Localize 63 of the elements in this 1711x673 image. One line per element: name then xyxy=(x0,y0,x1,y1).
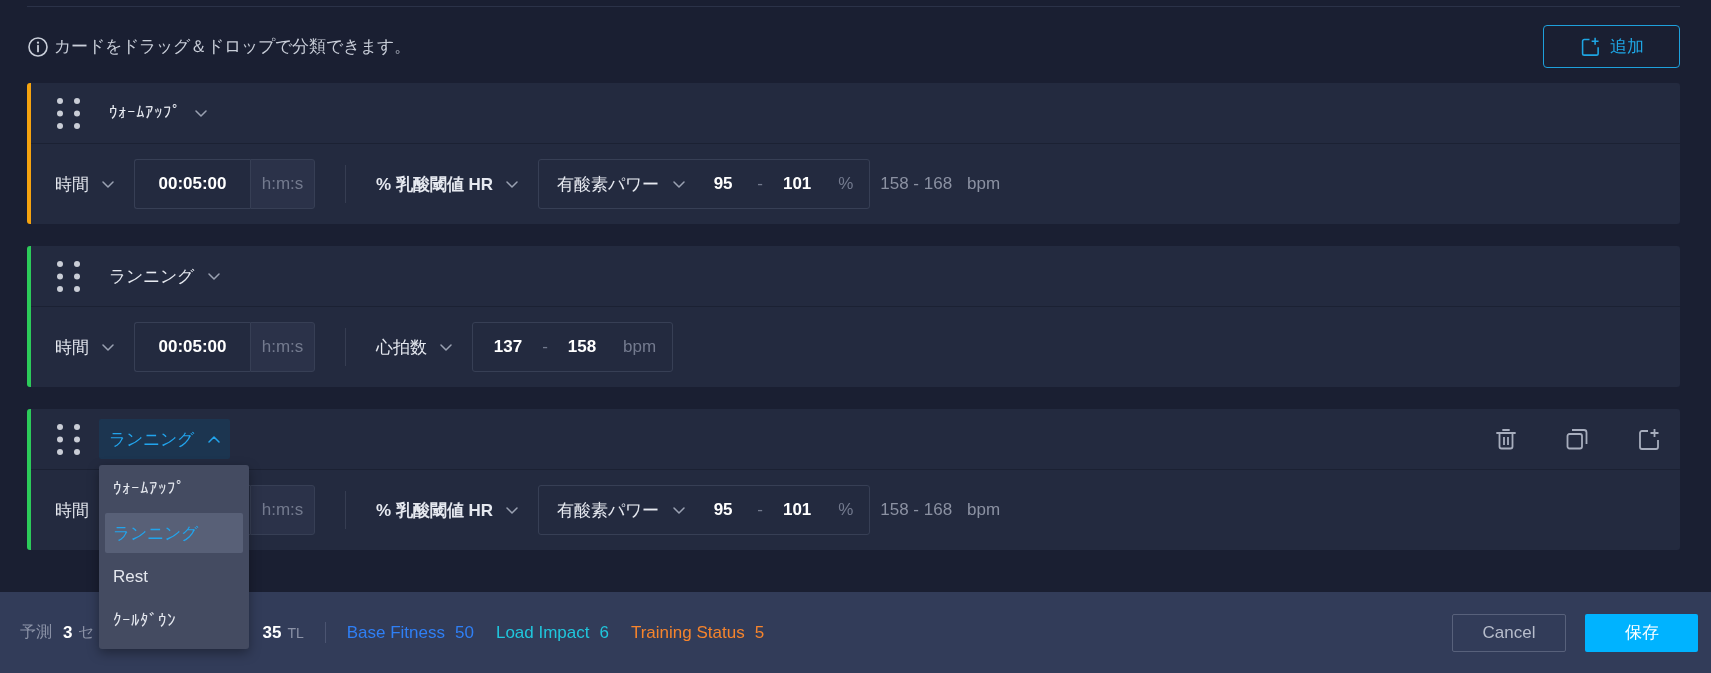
chevron-icon xyxy=(673,180,686,188)
metric-label: Base Fitness xyxy=(346,622,445,643)
count-unit: セ xyxy=(78,622,95,642)
duration-select[interactable]: 時間 xyxy=(55,335,114,359)
session-count: 3 xyxy=(63,622,73,643)
drag-handle-icon[interactable] xyxy=(57,97,80,129)
range-high-input[interactable]: 158 xyxy=(557,337,607,357)
hint-text: カードをドラッグ＆ドロップで分類できます。 xyxy=(54,36,411,58)
unit-label: h:m:s xyxy=(250,485,315,535)
trash-icon[interactable] xyxy=(1495,428,1517,450)
cancel-button[interactable]: Cancel xyxy=(1452,613,1566,652)
chevron-icon xyxy=(208,272,220,280)
duration-select[interactable]: 時間 xyxy=(55,172,114,196)
metric-value: 50 xyxy=(455,622,474,643)
step-type-select[interactable]: ｳｫｰﾑｱｯﾌﾟ xyxy=(99,93,217,133)
target-metric-select[interactable]: 心拍数 xyxy=(376,335,452,359)
range-separator: - xyxy=(756,174,764,194)
range-separator: - xyxy=(756,500,764,520)
chevron-icon xyxy=(208,435,220,443)
chevron-icon xyxy=(102,180,114,188)
range-low-input[interactable]: 95 xyxy=(698,500,749,520)
forecast-label: 予測 xyxy=(20,622,52,642)
unit-label: h:m:s xyxy=(250,159,315,209)
unit-label: bpm xyxy=(967,500,1001,520)
step-type-select[interactable]: ランニング xyxy=(99,256,230,296)
tl-value: 35 xyxy=(262,622,282,643)
add-button[interactable]: 追加 xyxy=(1543,25,1680,68)
metric-label: Training Status xyxy=(630,622,745,643)
range-text: 158 - 168 xyxy=(880,174,953,194)
unit-label: bpm xyxy=(967,174,1001,194)
chevron-icon xyxy=(195,109,207,117)
metric-value: 5 xyxy=(754,622,765,643)
zone-select[interactable]: 有酸素パワー xyxy=(557,172,686,196)
unit-label: % xyxy=(837,174,855,194)
range-separator: - xyxy=(541,337,549,357)
copy-icon[interactable] xyxy=(1566,428,1588,450)
range-high-input[interactable]: 101 xyxy=(772,500,823,520)
target-metric-select[interactable]: % 乳酸閾値 HR xyxy=(376,172,519,196)
menu-option[interactable]: ｸｰﾙﾀﾞｳﾝ xyxy=(105,601,243,641)
range-low-input[interactable]: 95 xyxy=(698,174,749,194)
tl-unit: TL xyxy=(287,624,304,641)
metric-label: Load Impact xyxy=(495,622,590,643)
range-low-input[interactable]: 137 xyxy=(483,337,533,357)
range-text: 158 - 168 xyxy=(880,500,953,520)
unit-label: % xyxy=(837,500,855,520)
metric-value: 6 xyxy=(599,622,609,643)
add-icon xyxy=(1579,37,1599,56)
chevron-icon xyxy=(506,506,519,514)
add-icon[interactable] xyxy=(1637,428,1659,450)
target-metric-select[interactable]: % 乳酸閾値 HR xyxy=(376,498,519,522)
unit-label: bpm xyxy=(622,337,658,357)
step-type-select[interactable]: ランニング xyxy=(99,419,230,459)
chevron-icon xyxy=(673,506,686,514)
chevron-icon xyxy=(440,343,452,351)
info-icon xyxy=(28,36,48,57)
chevron-icon xyxy=(506,180,519,188)
drag-handle-icon[interactable] xyxy=(57,423,80,455)
drag-handle-icon[interactable] xyxy=(57,260,80,292)
range-high-input[interactable]: 101 xyxy=(772,174,823,194)
unit-label: h:m:s xyxy=(250,322,315,372)
zone-select[interactable]: 有酸素パワー xyxy=(557,498,686,522)
menu-option[interactable]: Rest xyxy=(105,557,243,597)
chevron-icon xyxy=(102,343,114,351)
